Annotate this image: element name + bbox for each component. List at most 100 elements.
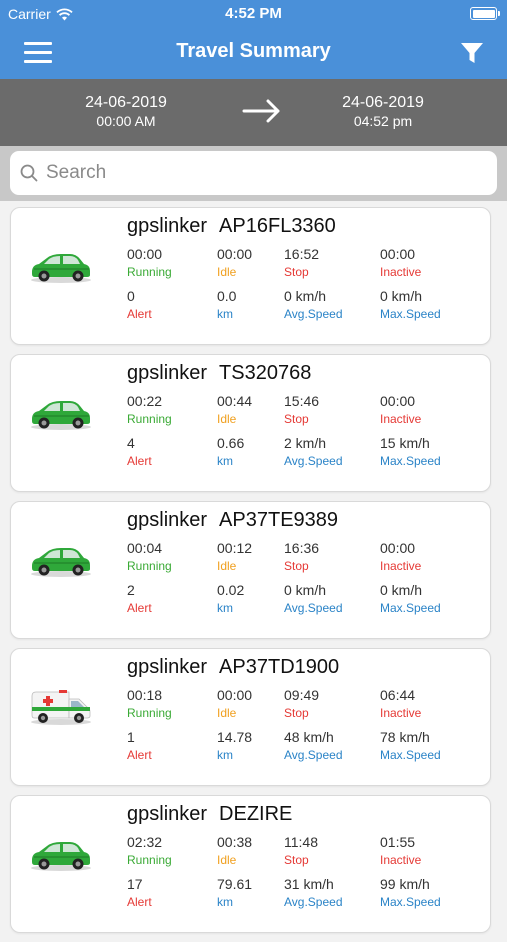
filter-button[interactable] — [459, 40, 485, 66]
stop-value: 16:52 — [284, 246, 320, 262]
avg-speed-value: 2 km/h — [284, 435, 327, 451]
vehicle-plate: DEZIRE — [219, 803, 293, 825]
max-speed-value: 78 km/h — [380, 729, 430, 745]
from-date-value: 24-06-2019 — [85, 94, 167, 111]
idle-stat: 00:00 Idle — [217, 687, 252, 720]
max-speed-stat: 78 km/h Max.Speed — [380, 729, 441, 762]
vehicle-name: gpslinker AP16FL3360 — [127, 215, 336, 238]
running-value: 02:32 — [127, 834, 163, 850]
inactive-stat: 06:44 Inactive — [380, 687, 421, 720]
idle-label: Idle — [217, 706, 237, 720]
idle-value: 00:12 — [217, 540, 253, 556]
page-title: Travel Summary — [176, 40, 331, 62]
stop-label: Stop — [284, 265, 309, 279]
vehicle-card[interactable]: gpslinker AP37TE9389 00:04 Running 00:12 Id… — [10, 501, 491, 639]
avg-speed-label: Avg.Speed — [284, 601, 343, 615]
alert-label: Alert — [127, 307, 152, 321]
stop-stat: 16:52 Stop — [284, 246, 319, 279]
vehicle-card[interactable]: gpslinker TS320768 00:22 Running 00:44 Idle… — [10, 354, 491, 492]
max-speed-label: Max.Speed — [380, 895, 441, 909]
distance-label: km — [217, 895, 233, 909]
idle-value: 00:44 — [217, 393, 253, 409]
max-speed-stat: 0 km/h Max.Speed — [380, 288, 441, 321]
vehicle-list: gpslinker AP16FL3360 00:00 Running 00:00 Id… — [10, 207, 491, 942]
max-speed-value: 99 km/h — [380, 876, 430, 892]
avg-speed-stat: 0 km/h Avg.Speed — [284, 288, 343, 321]
to-date[interactable]: 24-06-2019 04:52 pm — [308, 94, 458, 129]
search-input[interactable] — [46, 162, 466, 184]
inactive-label: Inactive — [380, 706, 422, 720]
avg-speed-stat: 0 km/h Avg.Speed — [284, 582, 343, 615]
distance-value: 0.66 — [217, 435, 245, 451]
vehicle-plate: TS320768 — [219, 362, 312, 384]
avg-speed-value: 31 km/h — [284, 876, 334, 892]
running-stat: 02:32 Running — [127, 834, 172, 867]
inactive-label: Inactive — [380, 559, 422, 573]
green-car-icon — [29, 834, 93, 874]
idle-label: Idle — [217, 559, 237, 573]
running-value: 00:18 — [127, 687, 163, 703]
search-bar — [0, 146, 507, 201]
vehicle-card[interactable]: gpslinker AP16FL3360 00:00 Running 00:00 Id… — [10, 207, 491, 345]
vehicle-name: gpslinker DEZIRE — [127, 803, 292, 826]
running-stat: 00:00 Running — [127, 246, 172, 279]
running-stat: 00:04 Running — [127, 540, 172, 573]
distance-stat: 14.78 km — [217, 729, 252, 762]
running-value: 00:04 — [127, 540, 163, 556]
distance-label: km — [217, 748, 233, 762]
alert-value: 4 — [127, 435, 135, 451]
alert-value: 1 — [127, 729, 135, 745]
stop-stat: 15:46 Stop — [284, 393, 319, 426]
distance-label: km — [217, 307, 233, 321]
alert-stat: 4 Alert — [127, 435, 152, 468]
vehicle-owner: gpslinker — [127, 215, 208, 237]
stop-label: Stop — [284, 559, 309, 573]
max-speed-stat: 99 km/h Max.Speed — [380, 876, 441, 909]
vehicle-plate: AP16FL3360 — [219, 215, 336, 237]
idle-stat: 00:12 Idle — [217, 540, 252, 573]
avg-speed-stat: 48 km/h Avg.Speed — [284, 729, 343, 762]
alert-label: Alert — [127, 895, 152, 909]
vehicle-card[interactable]: gpslinker DEZIRE 02:32 Running 00:38 Idle 1… — [10, 795, 491, 933]
alert-label: Alert — [127, 454, 152, 468]
alert-stat: 2 Alert — [127, 582, 152, 615]
green-car-icon — [29, 393, 93, 433]
filter-icon — [461, 43, 483, 63]
distance-stat: 0.66 km — [217, 435, 244, 468]
inactive-label: Inactive — [380, 412, 422, 426]
date-range-bar[interactable]: 24-06-2019 00:00 AM 24-06-2019 04:52 pm — [0, 79, 507, 146]
idle-stat: 00:00 Idle — [217, 246, 252, 279]
max-speed-stat: 0 km/h Max.Speed — [380, 582, 441, 615]
alert-stat: 1 Alert — [127, 729, 152, 762]
vehicle-card[interactable]: gpslinker AP37TD1900 00:18 Running 00:00 Id… — [10, 648, 491, 786]
inactive-value: 01:55 — [380, 834, 416, 850]
vehicle-name: gpslinker AP37TE9389 — [127, 509, 338, 532]
inactive-label: Inactive — [380, 265, 422, 279]
stop-stat: 09:49 Stop — [284, 687, 319, 720]
from-date[interactable]: 24-06-2019 00:00 AM — [51, 94, 201, 129]
avg-speed-stat: 31 km/h Avg.Speed — [284, 876, 343, 909]
inactive-value: 00:00 — [380, 393, 416, 409]
avg-speed-value: 48 km/h — [284, 729, 334, 745]
inactive-value: 00:00 — [380, 246, 416, 262]
running-value: 00:00 — [127, 246, 163, 262]
from-time-value: 00:00 AM — [96, 113, 156, 129]
distance-stat: 0.0 km — [217, 288, 236, 321]
vehicle-owner: gpslinker — [127, 362, 208, 384]
max-speed-label: Max.Speed — [380, 307, 441, 321]
avg-speed-label: Avg.Speed — [284, 748, 343, 762]
stop-value: 09:49 — [284, 687, 320, 703]
avg-speed-label: Avg.Speed — [284, 895, 343, 909]
running-stat: 00:18 Running — [127, 687, 172, 720]
running-label: Running — [127, 706, 172, 720]
vehicle-name: gpslinker TS320768 — [127, 362, 311, 385]
search-box[interactable] — [10, 151, 497, 195]
to-date-value: 24-06-2019 — [342, 94, 424, 111]
avg-speed-value: 0 km/h — [284, 582, 327, 598]
distance-stat: 79.61 km — [217, 876, 252, 909]
clock: 4:52 PM — [225, 5, 282, 22]
idle-value: 00:00 — [217, 687, 253, 703]
alert-value: 17 — [127, 876, 143, 892]
to-time-value: 04:52 pm — [353, 113, 413, 129]
vehicle-plate: AP37TD1900 — [219, 656, 340, 678]
